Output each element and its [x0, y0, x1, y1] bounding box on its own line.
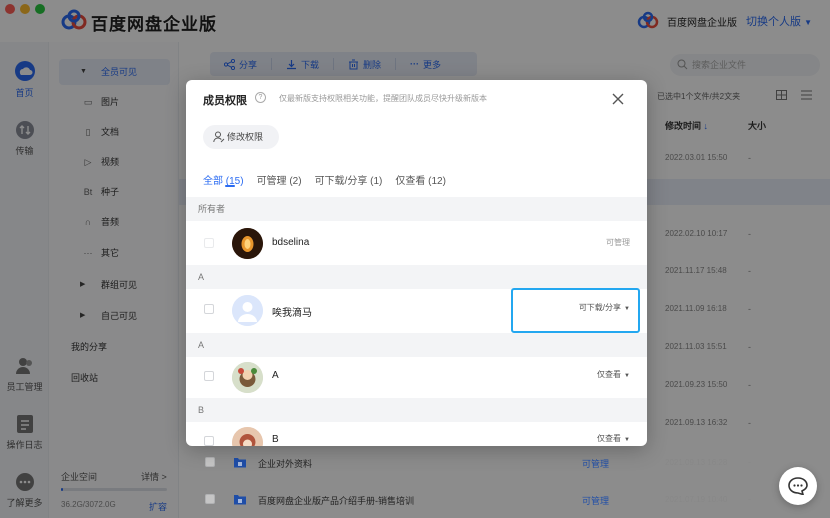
avatar: [232, 427, 263, 446]
table-row[interactable]: 企业对外资料 可管理 2021.09.13 16:28 -: [179, 453, 830, 473]
default-avatar-icon: [232, 295, 263, 326]
member-name: B: [272, 434, 279, 445]
caret-down-icon: ▼: [624, 437, 630, 443]
modify-permission-button[interactable]: 修改权限: [203, 125, 279, 149]
focus-highlight-box: [511, 288, 640, 333]
row-date: 2021.07.19 10:40: [665, 495, 728, 504]
permission-dropdown[interactable]: 仅查看 ▼: [558, 433, 630, 444]
member-name: bdselina: [272, 237, 310, 248]
row-checkbox[interactable]: [205, 457, 215, 467]
member-permission-dialog: 成员权限 ? 仅最新版支持权限相关功能，提醒团队成员尽快升级新版本 修改权限 全…: [186, 80, 647, 446]
avatar: [232, 362, 263, 393]
row-size: -: [748, 494, 751, 504]
cartoon-avatar-icon: [232, 362, 263, 393]
permission-tabs: 全部 (15) 可管理 (2) 可下载/分享 (1) 仅查看 (12): [203, 172, 446, 187]
member-permission: 可管理: [606, 238, 630, 247]
group-header: B: [186, 398, 647, 422]
close-icon[interactable]: [610, 91, 626, 107]
group-header: A: [186, 265, 647, 289]
help-icon[interactable]: ?: [255, 92, 266, 103]
member-checkbox[interactable]: [204, 371, 214, 381]
member-row: bdselina 可管理: [186, 221, 647, 265]
member-checkbox[interactable]: [204, 304, 214, 314]
file-name[interactable]: 企业对外资料: [258, 457, 312, 470]
tab-download-share[interactable]: 可下载/分享 (1): [315, 172, 383, 187]
permission-dropdown[interactable]: 仅查看 ▼: [558, 369, 630, 380]
chat-button[interactable]: [779, 467, 817, 505]
member-name: A: [272, 370, 279, 381]
folder-icon: [234, 458, 246, 468]
member-checkbox[interactable]: [204, 436, 214, 446]
dialog-title: 成员权限: [203, 95, 247, 107]
row-checkbox[interactable]: [205, 494, 215, 504]
group-header: A: [186, 333, 647, 357]
file-permission: 可管理: [582, 459, 610, 469]
lantern-avatar-icon: [232, 228, 263, 259]
chat-bubble-icon: [788, 477, 808, 495]
tab-view-only[interactable]: 仅查看 (12): [395, 172, 446, 187]
row-size: -: [748, 457, 751, 467]
cartoon-avatar-icon: [232, 427, 263, 446]
user-edit-icon: [213, 131, 225, 143]
tab-all[interactable]: 全部 (15): [203, 172, 244, 187]
dialog-note: 仅最新版支持权限相关功能，提醒团队成员尽快升级新版本: [279, 94, 487, 103]
file-permission: 可管理: [582, 496, 610, 506]
avatar: [232, 228, 263, 259]
table-row[interactable]: 百度网盘企业版产品介绍手册-销售培训 可管理 2021.07.19 10:40 …: [179, 490, 830, 510]
tab-manage[interactable]: 可管理 (2): [257, 172, 302, 187]
row-date: 2021.09.13 16:28: [665, 458, 728, 467]
avatar: [232, 295, 263, 326]
member-name: 唉我滴马: [272, 308, 312, 319]
active-tab-indicator: [225, 185, 235, 187]
file-name[interactable]: 百度网盘企业版产品介绍手册-销售培训: [258, 494, 414, 507]
group-header: 所有者: [186, 197, 647, 221]
member-checkbox: [204, 238, 214, 248]
file-list-bottom: 企业对外资料 可管理 2021.09.13 16:28 - 百度网盘企业版产品介…: [179, 446, 830, 518]
member-row: A 仅查看 ▼: [186, 357, 647, 401]
folder-icon: [234, 495, 246, 505]
caret-down-icon: ▼: [624, 373, 630, 379]
member-row: B 仅查看 ▼: [186, 422, 647, 446]
